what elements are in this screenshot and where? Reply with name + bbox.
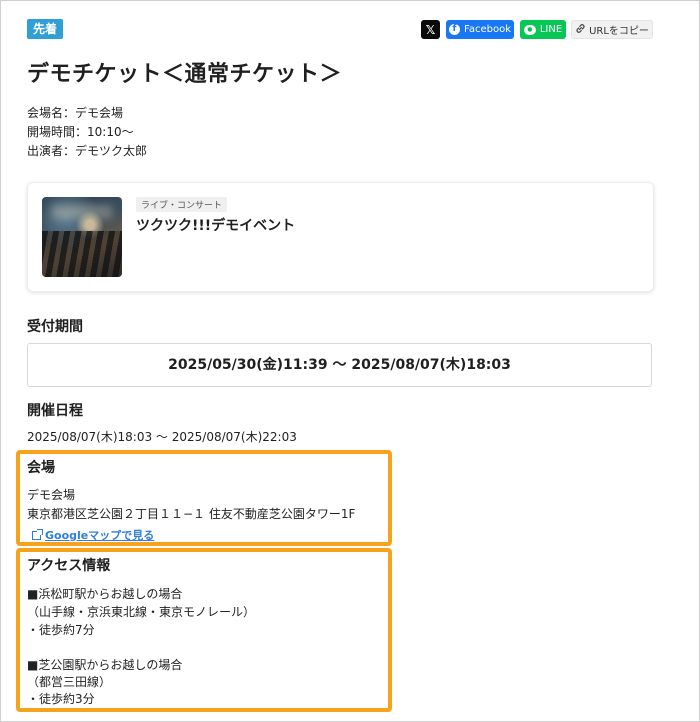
reception-heading: 受付期間	[27, 319, 83, 335]
performer-line: 出演者：デモツク太郎	[27, 144, 148, 158]
venue-name-line: 会場名：デモ会場	[27, 106, 124, 120]
access-line: ・徒歩約3分	[27, 692, 95, 706]
schedule-heading: 開催日程	[27, 403, 83, 419]
copy-url-button[interactable]: URLをコピー	[571, 20, 653, 39]
share-x-button[interactable]: 𝕏	[421, 20, 440, 39]
open-time-line: 開場時間：10:10～	[27, 125, 134, 139]
genre-tag: ライブ・コンサート	[136, 197, 228, 212]
access-line: ■浜松町駅からお越しの場合	[27, 587, 183, 601]
event-name: ツクツク!!!デモイベント	[136, 218, 296, 234]
copy-url-label: URLをコピー	[589, 26, 649, 37]
access-line: ・徒歩約7分	[27, 623, 95, 637]
share-facebook-label: Facebook	[464, 24, 511, 35]
page-title: デモチケット＜通常チケット＞	[27, 62, 343, 87]
venue-heading: 会場	[27, 460, 55, 476]
link-icon	[575, 23, 586, 37]
google-map-link[interactable]: Googleマップで見る	[32, 527, 154, 543]
venue-name: デモ会場	[27, 488, 76, 502]
share-facebook-button[interactable]: f Facebook	[446, 20, 514, 39]
access-heading: アクセス情報	[27, 558, 111, 574]
access-line: （都営三田線）	[27, 675, 112, 689]
x-logo-icon: 𝕏	[425, 22, 436, 37]
facebook-icon: f	[449, 24, 460, 35]
share-line-button[interactable]: ● LINE	[520, 20, 566, 39]
external-link-icon	[32, 528, 43, 540]
first-come-badge: 先着	[27, 19, 64, 39]
schedule-dates: 2025/08/07(木)18:03 ～ 2025/08/07(木)22:03	[27, 430, 297, 444]
share-line-label: LINE	[539, 24, 563, 35]
event-card[interactable]: ライブ・コンサート ツクツク!!!デモイベント	[27, 182, 654, 292]
line-icon: ●	[523, 24, 536, 35]
access-line: ■芝公園駅からお越しの場合	[27, 658, 183, 672]
event-thumbnail	[42, 197, 122, 277]
reception-period: 2025/05/30(金)11:39 ～ 2025/08/07(木)18:03	[27, 343, 652, 387]
google-map-link-label: Googleマップで見る	[45, 529, 155, 542]
access-line: （山手線・京浜東北線・東京モノレール）	[27, 605, 256, 619]
venue-address: 東京都港区芝公園２丁目１１−１ 住友不動産芝公園タワー1F	[27, 507, 356, 521]
